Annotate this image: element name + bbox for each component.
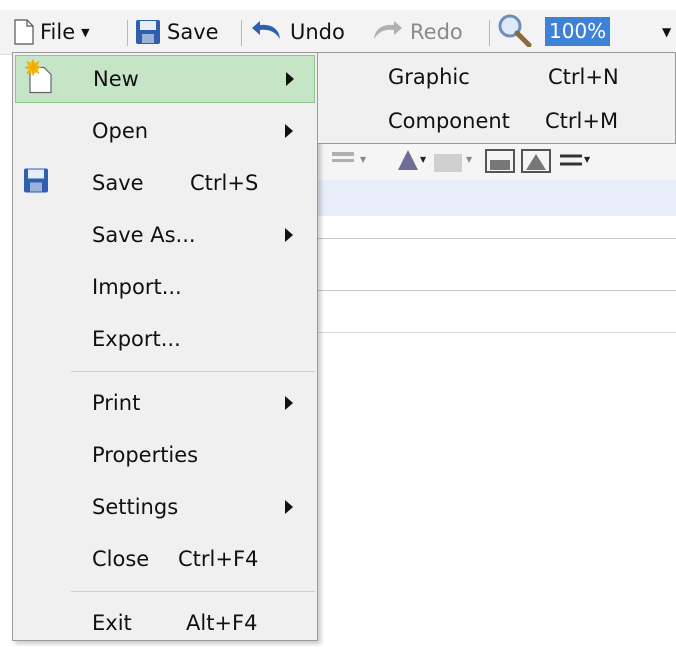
image-icon bbox=[434, 154, 462, 172]
menu-item-label: Open bbox=[92, 119, 149, 143]
submenu-arrow-icon bbox=[285, 500, 293, 514]
svg-text:▼: ▼ bbox=[420, 155, 427, 164]
menu-item-label: Properties bbox=[92, 443, 199, 467]
redo-button-label: Redo bbox=[410, 20, 463, 44]
menu-item-open[interactable]: Open bbox=[15, 107, 315, 155]
undo-icon bbox=[250, 17, 284, 48]
save-button[interactable]: Save bbox=[135, 10, 219, 54]
ribbon-band bbox=[318, 180, 676, 216]
align-icon bbox=[398, 150, 418, 170]
svg-text:▼: ▼ bbox=[584, 155, 591, 164]
undo-button-label: Undo bbox=[290, 20, 345, 44]
divider-line bbox=[318, 290, 676, 291]
zoom-button[interactable] bbox=[496, 10, 532, 54]
file-menu-label: File bbox=[40, 20, 76, 44]
menu-item-label: Exit bbox=[92, 611, 132, 635]
menu-item-print[interactable]: Print bbox=[15, 379, 315, 427]
submenu-arrow-icon bbox=[285, 124, 293, 138]
menu-item-close[interactable]: Close Ctrl+F4 bbox=[15, 535, 315, 583]
redo-icon bbox=[372, 17, 404, 48]
zoom-input[interactable]: 100% bbox=[545, 17, 611, 46]
menu-item-save[interactable]: Save Ctrl+S bbox=[15, 159, 315, 207]
save-button-label: Save bbox=[167, 20, 219, 44]
menu-separator bbox=[71, 371, 315, 372]
secondary-toolbar-icons: ▼ ▼ ▼ ▼ bbox=[332, 149, 591, 173]
file-menu: New Open Save Ctrl+S Save As... Import..… bbox=[12, 52, 318, 641]
menu-item-label: Save bbox=[92, 171, 144, 195]
toolbar-separator bbox=[489, 20, 490, 46]
menu-item-shortcut: Ctrl+F4 bbox=[178, 547, 259, 571]
submenu-item-shortcut: Ctrl+M bbox=[545, 109, 619, 133]
floppy-disk-icon bbox=[135, 19, 161, 45]
submenu-arrow-icon bbox=[286, 72, 294, 86]
document-icon bbox=[14, 19, 34, 45]
menu-item-import[interactable]: Import... bbox=[15, 263, 315, 311]
submenu-item-component[interactable]: Component Ctrl+M bbox=[318, 99, 676, 143]
menu-item-properties[interactable]: Properties bbox=[15, 431, 315, 479]
submenu-arrow-icon bbox=[285, 228, 293, 242]
new-submenu: Graphic Ctrl+N Component Ctrl+M bbox=[318, 52, 676, 144]
menu-separator bbox=[71, 591, 315, 592]
menu-item-exit[interactable]: Exit Alt+F4 bbox=[15, 599, 315, 647]
toolbar-separator bbox=[127, 20, 128, 46]
file-menu-button[interactable]: File ▼ bbox=[14, 10, 90, 54]
menu-item-export[interactable]: Export... bbox=[15, 315, 315, 363]
floppy-disk-icon bbox=[23, 168, 49, 199]
menu-item-label: Save As... bbox=[92, 223, 196, 247]
menu-item-label: Print bbox=[92, 391, 141, 415]
menu-item-settings[interactable]: Settings bbox=[15, 483, 315, 531]
zoom-dropdown-arrow[interactable]: ▼ bbox=[662, 10, 671, 54]
menu-item-label: Settings bbox=[92, 495, 179, 519]
line-style-icon bbox=[332, 152, 354, 156]
svg-text:▼: ▼ bbox=[360, 155, 367, 164]
divider-line bbox=[318, 238, 676, 239]
chevron-down-icon: ▼ bbox=[81, 25, 90, 39]
menu-item-label: Export... bbox=[92, 327, 181, 351]
menu-item-label: Import... bbox=[92, 275, 182, 299]
menu-item-save-as[interactable]: Save As... bbox=[15, 211, 315, 259]
submenu-item-graphic[interactable]: Graphic Ctrl+N bbox=[318, 55, 676, 99]
undo-button[interactable]: Undo bbox=[250, 10, 345, 54]
magnifier-icon bbox=[496, 13, 532, 52]
submenu-item-shortcut: Ctrl+N bbox=[548, 65, 619, 89]
chevron-down-icon: ▼ bbox=[662, 25, 672, 39]
divider-line bbox=[318, 332, 676, 333]
menu-item-shortcut: Alt+F4 bbox=[186, 611, 258, 635]
menu-item-shortcut: Ctrl+S bbox=[190, 171, 259, 195]
menu-item-label: Close bbox=[92, 547, 150, 571]
new-document-icon bbox=[24, 59, 54, 99]
redo-button[interactable]: Redo bbox=[372, 10, 463, 54]
submenu-arrow-icon bbox=[285, 396, 293, 410]
submenu-item-label: Graphic bbox=[388, 65, 470, 89]
menu-item-new[interactable]: New bbox=[15, 55, 315, 103]
distribute-icon bbox=[560, 154, 582, 166]
menu-item-label: New bbox=[93, 67, 139, 91]
submenu-item-label: Component bbox=[388, 109, 510, 133]
svg-text:▼: ▼ bbox=[466, 155, 473, 164]
toolbar-separator bbox=[241, 20, 242, 46]
